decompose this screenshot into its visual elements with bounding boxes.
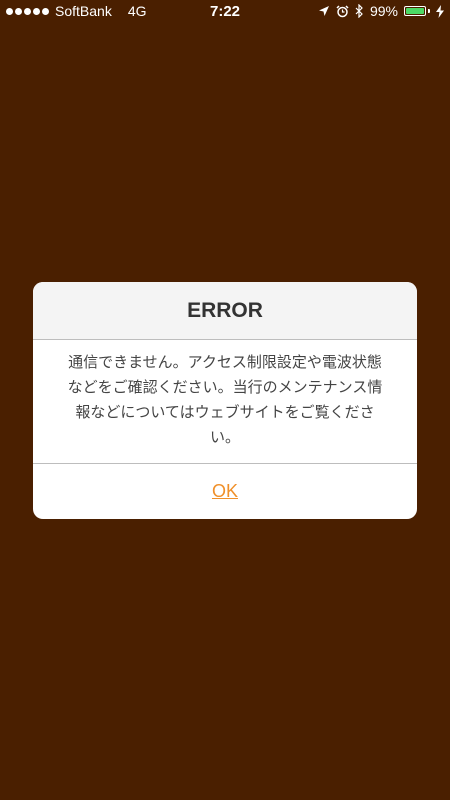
alarm-clock-icon	[336, 4, 349, 17]
bluetooth-icon	[355, 4, 363, 18]
dialog-message: 通信できません。アクセス制限設定や電波状態などをご確認ください。当行のメンテナン…	[33, 340, 417, 464]
battery-icon	[404, 6, 430, 16]
error-dialog: ERROR 通信できません。アクセス制限設定や電波状態などをご確認ください。当行…	[33, 282, 417, 519]
dialog-title: ERROR	[187, 298, 263, 322]
status-right: 99%	[318, 3, 444, 19]
charging-bolt-icon	[436, 4, 444, 18]
dialog-footer: OK	[33, 464, 417, 519]
location-arrow-icon	[318, 6, 329, 16]
battery-percent: 99%	[369, 3, 398, 19]
ok-button[interactable]: OK	[202, 477, 248, 506]
status-bar: SoftBank 4G 7:22 99%	[0, 0, 450, 24]
dialog-header: ERROR	[33, 282, 417, 340]
